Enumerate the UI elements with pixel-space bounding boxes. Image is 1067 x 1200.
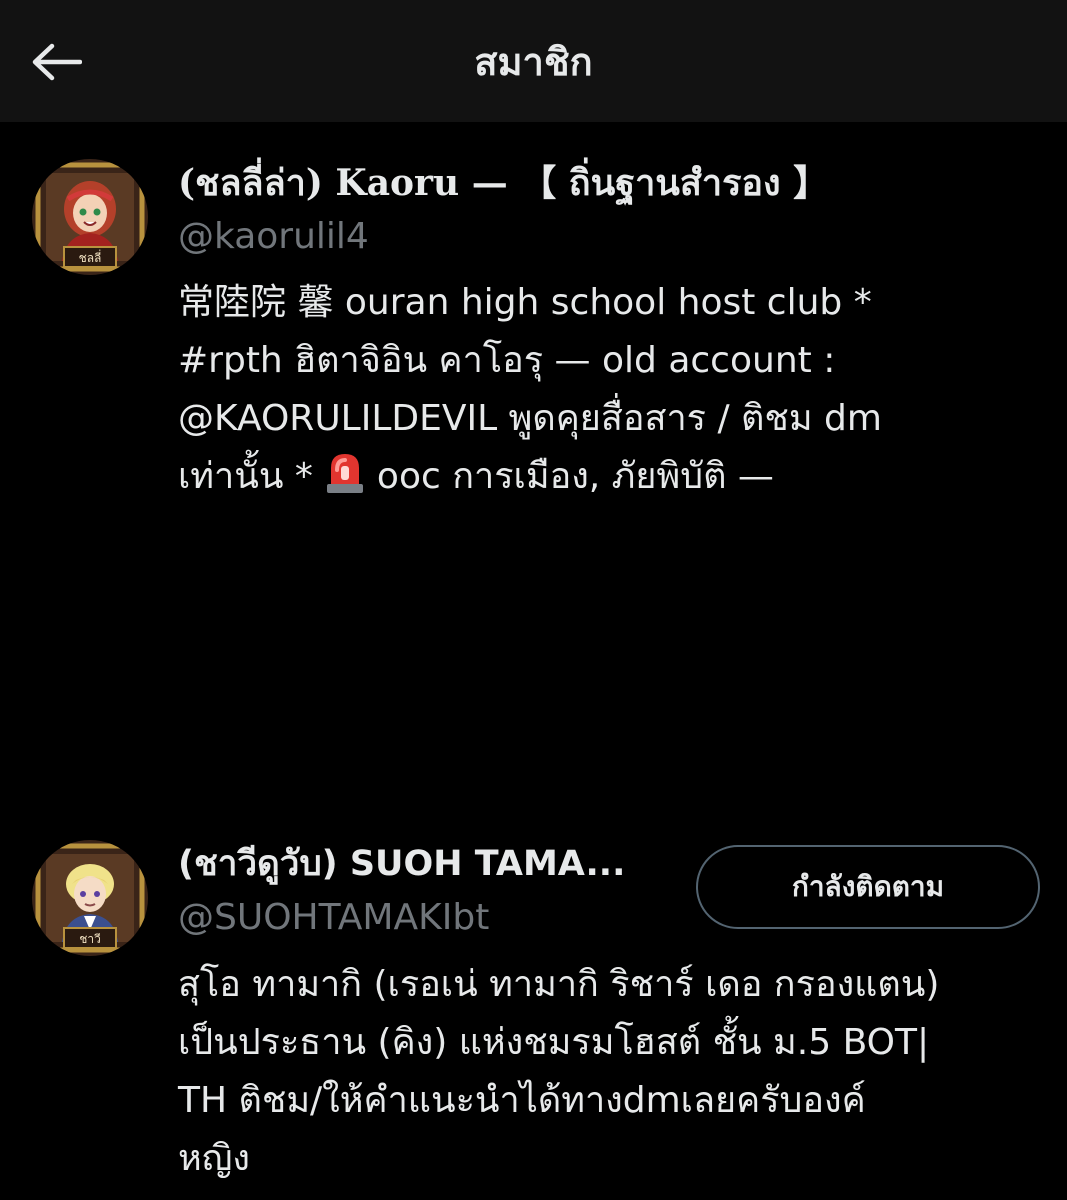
user-bio: 常陸院 馨 ouran high school host club * #rpt… [178, 274, 882, 506]
bio-line: #rpth ฮิตาจิอิน คาโอรุ — old account : [178, 340, 836, 381]
bio-line: 常陸院 馨 ouran high school host club * [178, 282, 872, 323]
user-handle[interactable]: @SUOHTAMAKIbt [178, 894, 489, 942]
following-button[interactable]: กำลังติดตาม [696, 845, 1040, 929]
siren-icon [326, 454, 363, 493]
display-name[interactable]: (ชลลี่ล่า) Kaoru — 【 ถิ่นฐานสำรอง 】 [178, 159, 829, 207]
bio-line: TH ติชม/ให้คำแนะนำได้ทางdmเลยครับองค์ [178, 1080, 866, 1121]
bio-line: เท่านั้น * ooc การเมือง, ภัยพิบัติ — [178, 448, 882, 506]
avatar-caption: ชลลี่ [79, 249, 102, 265]
bio-line: สุโอ ทามากิ (เรอเน่ ทามากิ ริชาร์ เดอ กร… [178, 964, 940, 1005]
member-list-item[interactable]: ชลลี่ (ชลลี่ล่า) Kaoru — 【 ถิ่นฐานสำรอง … [0, 0, 1067, 820]
bio-segment: เท่านั้น * [178, 456, 313, 497]
bio-segment: ooc การเมือง, ภัยพิบัติ — [376, 456, 774, 497]
user-handle[interactable]: @kaorulil4 [178, 213, 369, 261]
bio-line: @KAORULILDEVIL พูดคุยสื่อสาร / ติชม dm [178, 398, 882, 439]
user-bio: สุโอ ทามากิ (เรอเน่ ทามากิ ริชาร์ เดอ กร… [178, 956, 939, 1188]
avatar[interactable]: ชลลี่ [32, 159, 148, 275]
bio-line: หญิง [178, 1138, 250, 1179]
bio-line: เป็นประธาน (คิง) แห่งชมรมโฮสต์ ชั้น ม.5 … [178, 1022, 930, 1063]
avatar[interactable]: ชาวี [32, 840, 148, 956]
avatar-caption: ชาวี [79, 932, 101, 946]
display-name[interactable]: (ชาวีดูวับ) SUOH TAMA... [178, 840, 625, 888]
